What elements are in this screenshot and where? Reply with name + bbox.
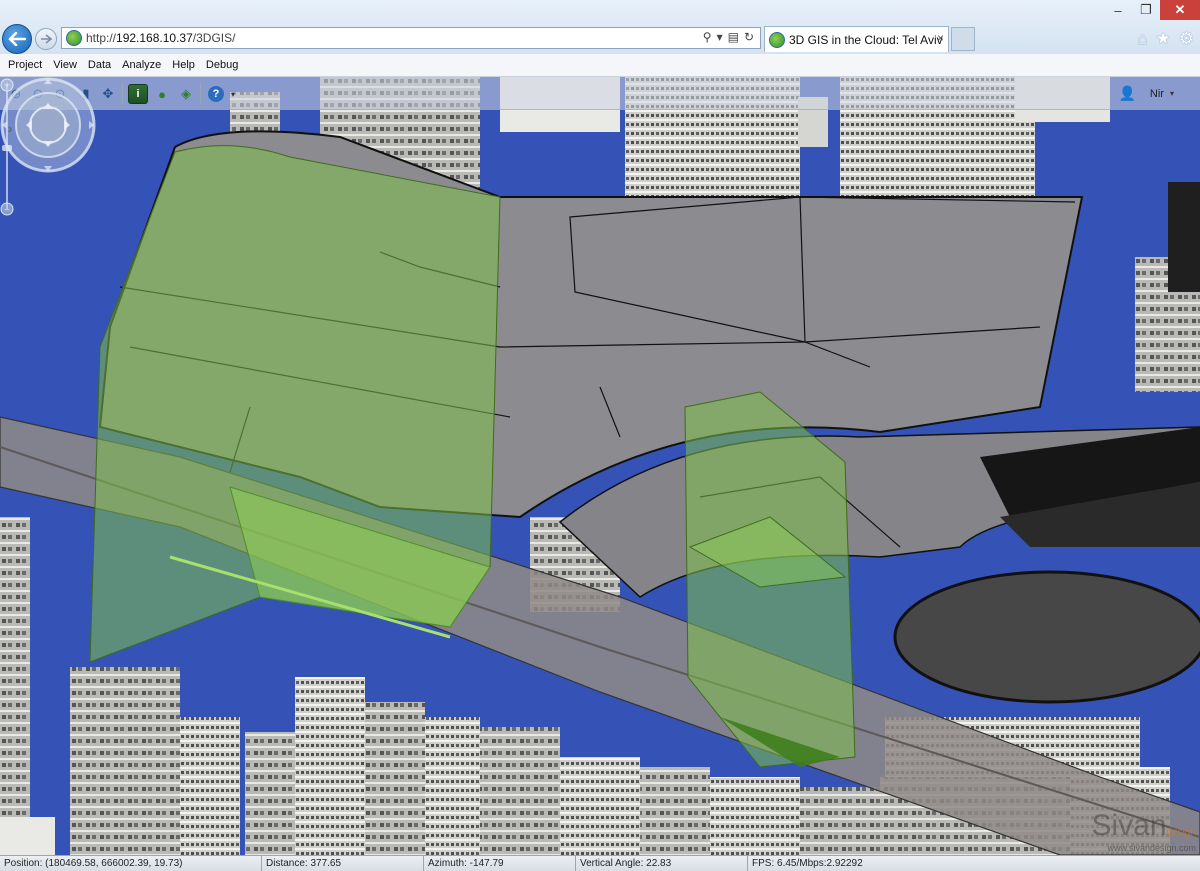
watermark-url: www.sivandesign.com xyxy=(1107,843,1196,853)
menu-view[interactable]: View xyxy=(53,59,77,71)
buildings-icon[interactable]: ◈ xyxy=(176,84,196,104)
tab-close-icon[interactable]: × xyxy=(937,31,944,45)
3d-scene xyxy=(0,77,1200,855)
minimize-button[interactable]: – xyxy=(1104,0,1132,20)
settings-gear-icon[interactable]: ⚙ xyxy=(1179,29,1194,49)
status-distance: Distance: 377.65 xyxy=(262,856,424,871)
pan-icon[interactable]: ✥ xyxy=(98,84,118,104)
arrow-right-icon xyxy=(41,34,52,44)
chevron-down-icon: ▾ xyxy=(1169,89,1174,98)
menu-analyze[interactable]: Analyze xyxy=(122,59,161,71)
menu-help[interactable]: Help xyxy=(172,59,195,71)
3d-map-viewport[interactable]: ⊕ ⊖ ⊙ ▮ ✥ i ● ◈ ? ▾ 👤 Nir ▾ › + – Sivand… xyxy=(0,77,1200,855)
svg-text:–: – xyxy=(4,204,9,214)
close-window-button[interactable]: ✕ xyxy=(1160,0,1200,20)
svg-text:+: + xyxy=(4,80,9,90)
menu-project[interactable]: Project xyxy=(8,59,42,71)
menu-data[interactable]: Data xyxy=(88,59,111,71)
toolbar-separator xyxy=(200,83,201,105)
menu-debug[interactable]: Debug xyxy=(206,59,238,71)
refresh-icon[interactable]: ↻ xyxy=(744,30,754,44)
status-fps: FPS: 6.45/Mbps:2.92292 xyxy=(752,858,863,869)
status-position: Position: (180469.58, 666002.39, 19.73) xyxy=(0,856,262,871)
address-tools: ⚲ ▾ ▤ ↻ xyxy=(703,30,754,44)
status-vertical-angle: Vertical Angle: 22.83 xyxy=(576,856,748,871)
restore-button[interactable]: ❐ xyxy=(1132,0,1160,20)
help-dropdown-icon[interactable]: ▾ xyxy=(228,84,238,104)
info-icon[interactable]: i xyxy=(128,84,148,104)
dropdown-icon[interactable]: ▾ xyxy=(717,30,723,44)
address-bar[interactable]: http://192.168.10.37/3DGIS/ ⚲ ▾ ▤ ↻ xyxy=(61,27,761,49)
gis-toolbar: ⊕ ⊖ ⊙ ▮ ✥ i ● ◈ ? ▾ 👤 Nir ▾ xyxy=(0,77,1200,110)
watermark-suffix: design xyxy=(1166,827,1196,838)
address-url: http://192.168.10.37/3DGIS/ xyxy=(86,31,236,45)
toolbar-separator xyxy=(122,83,123,105)
window-controls: – ❐ ✕ xyxy=(1104,0,1200,22)
tab-page-icon xyxy=(769,31,785,48)
navigation-compass[interactable] xyxy=(0,77,96,173)
browser-chrome: – ❐ ✕ http://192.168.10.37/3DGIS/ ⚲ ▾ ▤ … xyxy=(0,0,1200,54)
compat-view-icon[interactable]: ▤ xyxy=(728,30,739,44)
sivan-watermark: Sivandesign www.sivandesign.com xyxy=(1091,809,1196,853)
status-bar: Position: (180469.58, 666002.39, 19.73) … xyxy=(0,855,1200,871)
home-icon[interactable]: ⌂ xyxy=(1137,29,1147,49)
user-menu[interactable]: 👤 Nir ▾ xyxy=(1118,85,1174,102)
favorites-star-icon[interactable]: ★ xyxy=(1156,29,1171,49)
forward-button[interactable] xyxy=(35,28,57,50)
search-icon[interactable]: ⚲ xyxy=(703,30,712,44)
zoom-slider[interactable]: + – xyxy=(0,77,14,217)
tab-title: 3D GIS in the Cloud: Tel Aviv xyxy=(789,32,943,47)
terrain-icon[interactable]: ● xyxy=(152,84,172,104)
user-name: Nir xyxy=(1149,87,1164,100)
browser-right-icons: ⌂ ★ ⚙ xyxy=(1137,29,1194,49)
station-shaft-left xyxy=(89,145,501,663)
app-menu-bar: Project View Data Analyze Help Debug xyxy=(0,54,1200,77)
watermark-brand: Sivan xyxy=(1091,809,1167,842)
arrow-left-icon xyxy=(8,32,26,46)
new-tab-button[interactable] xyxy=(951,27,975,51)
status-azimuth: Azimuth: -147.79 xyxy=(424,856,576,871)
user-avatar-icon: 👤 xyxy=(1118,85,1136,101)
help-icon[interactable]: ? xyxy=(206,84,226,104)
browser-tab[interactable]: 3D GIS in the Cloud: Tel Aviv × xyxy=(764,26,949,52)
back-button[interactable] xyxy=(2,24,32,54)
ie-page-icon xyxy=(66,30,82,46)
